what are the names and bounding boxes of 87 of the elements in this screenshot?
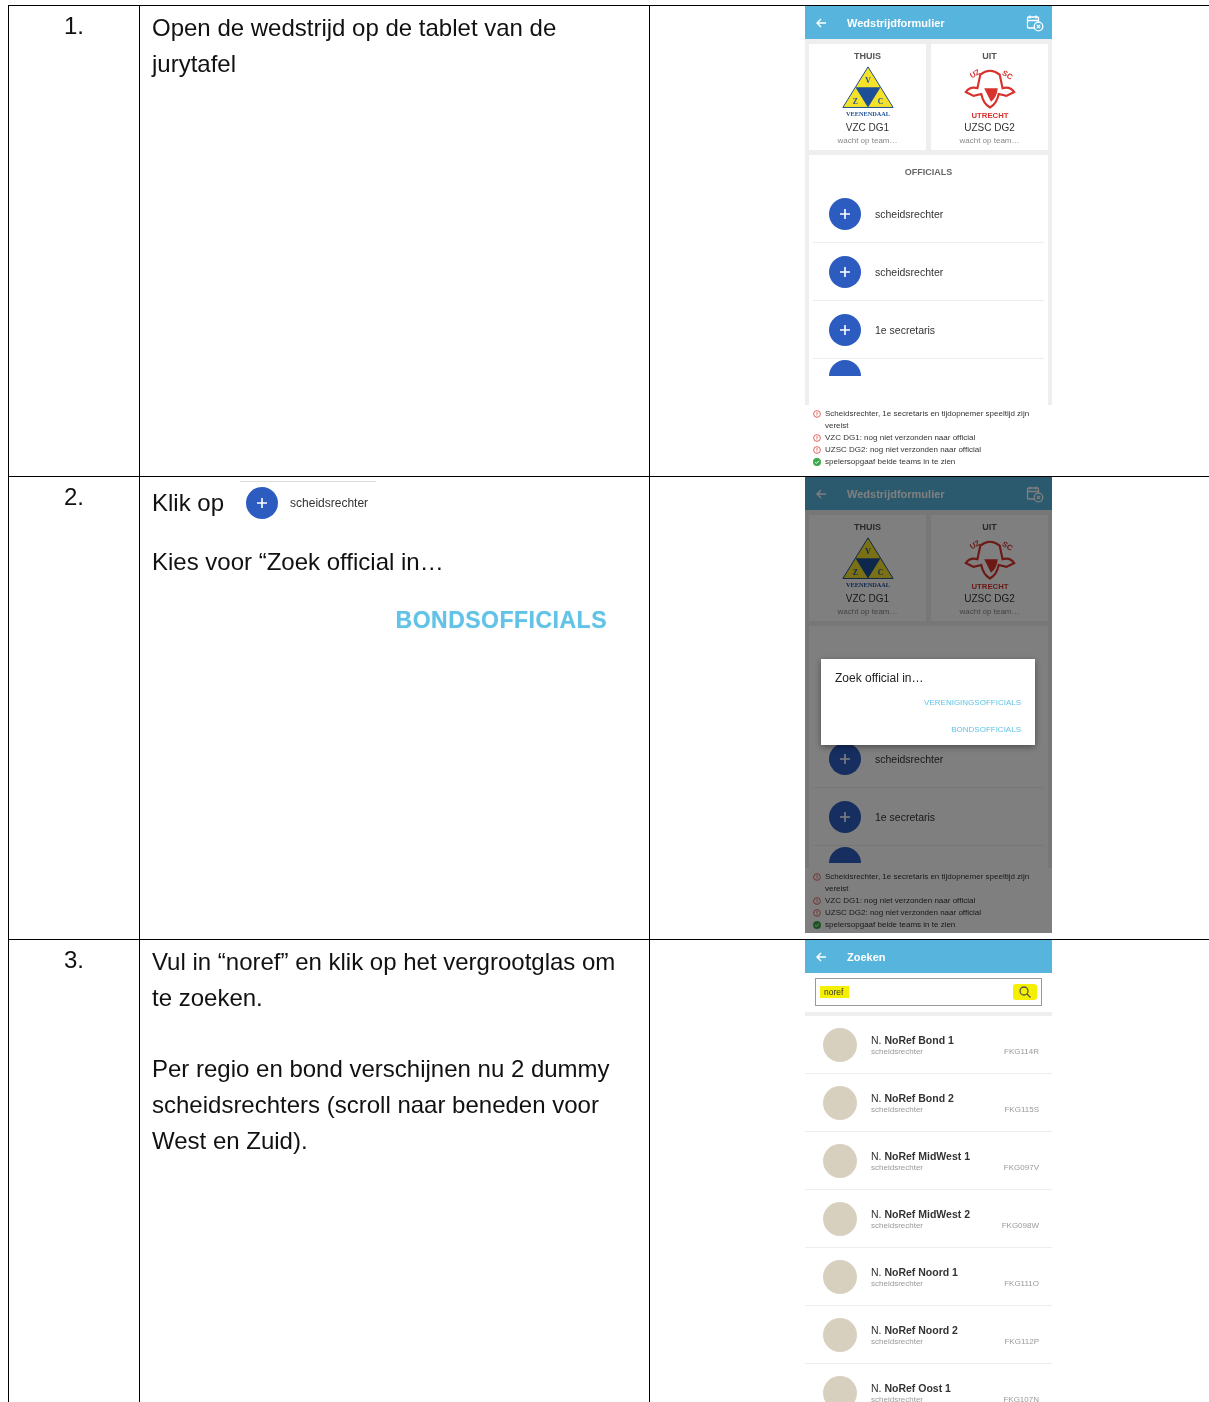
official-role: scheidsrechter: [871, 1394, 924, 1402]
status-message: VZC DG1: nog niet verzonden naar official: [825, 432, 976, 444]
avatar-photo-placeholder: [823, 1259, 857, 1294]
official-role: scheidsrechter: [871, 1046, 924, 1056]
official-role: scheidsrechter: [871, 1220, 924, 1230]
team-status: wacht op team…: [837, 136, 898, 145]
add-official-button[interactable]: [829, 313, 861, 346]
team-side-label: UIT: [982, 51, 997, 61]
add-official-button[interactable]: [829, 255, 861, 288]
search-result-item[interactable]: N. NoRef Noord 2 scheidsrechter FKG112P: [805, 1306, 1052, 1364]
team-name: VZC DG1: [845, 593, 890, 604]
add-button-icon: [246, 487, 279, 519]
screen-title: Zoeken: [847, 950, 887, 963]
official-role-label: 1e secretaris: [875, 323, 936, 336]
search-result-item[interactable]: N. NoRef Noord 1 scheidsrechter FKG111O: [805, 1248, 1052, 1306]
search-result-item[interactable]: N. NoRef Bond 1 scheidsrechter FKG114R: [805, 1016, 1052, 1074]
status-message: spelersopgaaf beide teams in te zien: [825, 456, 956, 468]
instruction-text: Vul in “noref” en klik op het vergrootglas om te zoeken.: [152, 947, 617, 1013]
official-role-label: scheidsrechter: [875, 265, 944, 278]
search-result-item[interactable]: N. NoRef MidWest 2 scheidsrechter FKG098W: [805, 1190, 1052, 1248]
avatar-photo-placeholder: [823, 1085, 857, 1120]
official-role-label: scheidsrechter: [875, 207, 944, 220]
official-code: FKG111O: [1004, 1278, 1039, 1288]
team-status: wacht op team…: [959, 136, 1020, 145]
status-message: UZSC DG2: nog niet verzonden naar official: [825, 907, 981, 919]
team-name: UZSC DG2: [964, 593, 1015, 604]
screen-title: Wedstrijdformulier: [847, 16, 946, 29]
search-result-item[interactable]: N. NoRef Bond 2 scheidsrechter FKG115S: [805, 1074, 1052, 1132]
official-code: FKG107N: [1003, 1394, 1039, 1402]
search-field[interactable]: noref: [815, 978, 1042, 1006]
official-name: N. NoRef Bond 1: [871, 1033, 955, 1046]
search-icon[interactable]: [1013, 984, 1037, 1000]
search-result-item[interactable]: N. NoRef Oost 1 scheidsrechter FKG107N: [805, 1364, 1052, 1402]
official-code: FKG098W: [1001, 1220, 1039, 1230]
officials-heading: OFFICIALS: [903, 166, 954, 179]
search-result-item[interactable]: N. NoRef MidWest 1 scheidsrechter FKG097V: [805, 1132, 1052, 1190]
add-official-button[interactable]: [829, 360, 861, 376]
step-number: 2.: [64, 483, 84, 512]
step-number: 3.: [64, 946, 84, 975]
official-role-label: 1e secretaris: [875, 810, 936, 823]
avatar-photo-placeholder: [823, 1201, 857, 1236]
instruction-text: Kies voor “Zoek official in…: [152, 547, 445, 577]
status-message: UZSC DG2: nog niet verzonden naar official: [825, 444, 981, 456]
add-official-button[interactable]: [829, 742, 861, 775]
role-label: scheidsrechter: [290, 496, 369, 510]
calendar-cancel-icon[interactable]: [1026, 13, 1044, 32]
team-side-label: THUIS: [854, 522, 881, 532]
status-message: VZC DG1: nog niet verzonden naar official: [825, 895, 976, 907]
screen-title: Wedstrijdformulier: [847, 487, 946, 500]
dialog-title: Zoek official in…: [835, 671, 924, 685]
official-name: N. NoRef Noord 2: [871, 1323, 959, 1336]
calendar-cancel-icon[interactable]: [1026, 484, 1044, 503]
status-message: spelersopgaaf beide teams in te zien: [825, 919, 956, 931]
avatar-photo-placeholder: [823, 1375, 857, 1402]
team-name: UZSC DG2: [964, 122, 1015, 133]
step-number: 1.: [64, 12, 84, 41]
official-role: scheidsrechter: [871, 1162, 924, 1172]
avatar-photo-placeholder: [823, 1317, 857, 1352]
official-name: N. NoRef MidWest 1: [871, 1149, 971, 1162]
official-name: N. NoRef Oost 1: [871, 1381, 952, 1394]
back-arrow-icon[interactable]: [815, 16, 827, 29]
add-official-button[interactable]: [829, 197, 861, 230]
avatar-photo-placeholder: [823, 1027, 857, 1062]
team-name: VZC DG1: [845, 122, 890, 133]
team-side-label: UIT: [982, 522, 997, 532]
status-message: Scheidsrechter, 1e secretaris en tijdopnemer speeltijd zijn vereist: [825, 871, 1031, 895]
official-role: scheidsrechter: [871, 1336, 924, 1346]
official-code: FKG115S: [1004, 1104, 1039, 1114]
official-name: N. NoRef MidWest 2: [871, 1207, 971, 1220]
bondsofficials-text-snippet: BONDSOFFICIALS: [395, 607, 607, 634]
instruction-text: Per regio en bond verschijnen nu 2 dummy scheidsrechters (scroll naar beneden voor West en Zuid).: [152, 1054, 611, 1156]
official-code: FKG097V: [1003, 1162, 1039, 1172]
avatar-photo-placeholder: [823, 1143, 857, 1178]
team-side-label: THUIS: [854, 51, 881, 61]
official-code: FKG114R: [1004, 1046, 1039, 1056]
official-name: N. NoRef Bond 2: [871, 1091, 955, 1104]
back-arrow-icon[interactable]: [815, 487, 827, 500]
instruction-text: Open de wedstrijd op de tablet van de jurytafel: [152, 13, 558, 79]
official-role: scheidsrechter: [871, 1104, 924, 1114]
instruction-text: Klik op: [152, 487, 225, 518]
official-role: scheidsrechter: [871, 1278, 924, 1288]
official-code: FKG112P: [1004, 1336, 1039, 1346]
status-message: Scheidsrechter, 1e secretaris en tijdopnemer speeltijd zijn vereist: [825, 408, 1031, 432]
official-name: N. NoRef Noord 1: [871, 1265, 959, 1278]
official-role-label: scheidsrechter: [875, 752, 944, 765]
back-arrow-icon[interactable]: [815, 950, 827, 963]
search-query-text: noref: [820, 986, 850, 998]
